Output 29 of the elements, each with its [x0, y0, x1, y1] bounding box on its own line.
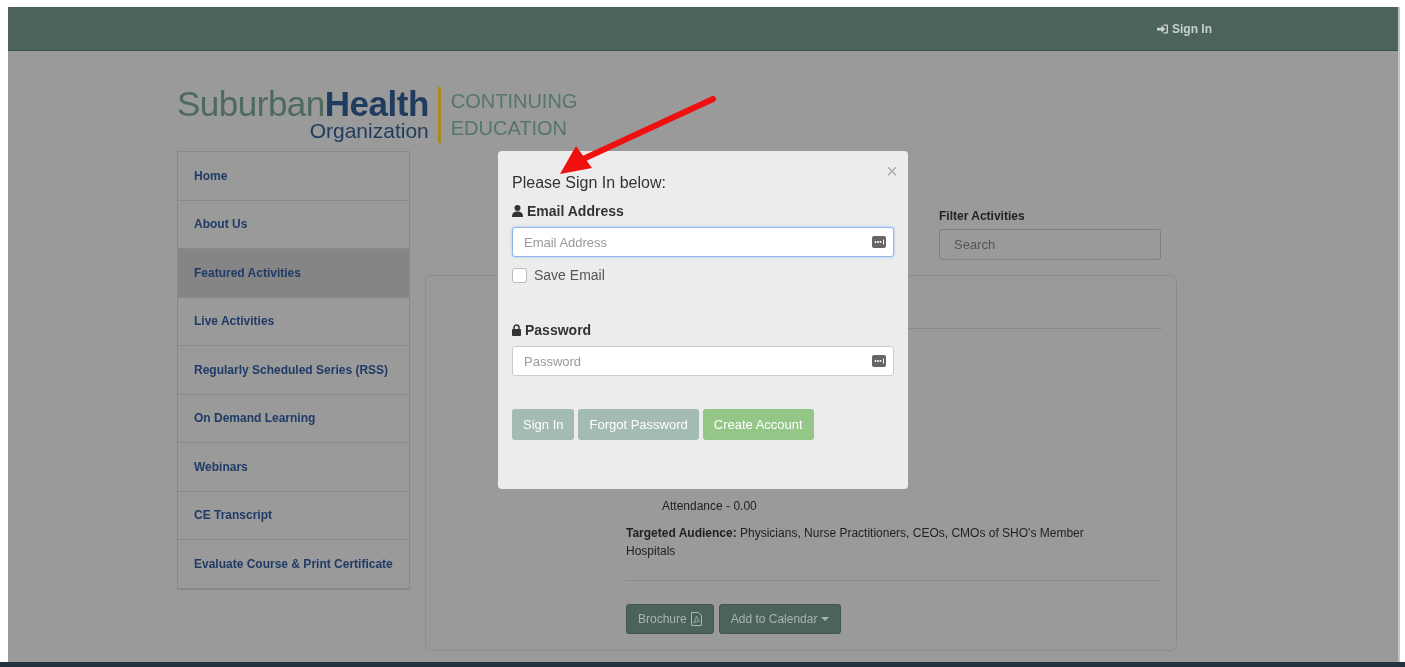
sign-in-button[interactable]: Sign In: [512, 409, 575, 440]
pdf-file-icon: [690, 612, 702, 626]
search-field[interactable]: Search: [939, 229, 1161, 260]
password-dots-icon: [872, 355, 886, 367]
field-label: Email Address: [512, 201, 894, 221]
password-dots-icon: [872, 236, 886, 248]
save-email-checkbox[interactable]: [512, 267, 527, 283]
field-label: Password: [512, 320, 894, 340]
sidebar-item[interactable]: Featured Activities: [178, 249, 409, 298]
email-field[interactable]: Email Address: [512, 227, 894, 257]
logo-tagline: CONTINUING: [450, 89, 578, 114]
logo-tagline: EDUCATION: [450, 116, 569, 141]
sign-in-icon: [1157, 23, 1168, 34]
caret-icon: [821, 617, 830, 621]
audience-text: Targeted Audience: Physicians, Nurse Practitioners, CEOs, CMOs of SHO's Member Hospitals: [626, 525, 1085, 560]
modal-title: Please Sign In below:: [512, 173, 667, 193]
user-icon: [512, 205, 523, 217]
filter-label: Filter Activities: [939, 209, 1026, 223]
password-field[interactable]: Password: [512, 346, 894, 376]
logo-divider: [437, 87, 441, 143]
lock-icon: [512, 324, 521, 336]
credit-text: Attendance - 0.00: [661, 498, 758, 515]
checkbox-label: Save Email: [534, 267, 605, 283]
forgot-password-button[interactable]: Forgot Password: [578, 409, 699, 440]
logo-subtitle: Organization: [309, 120, 429, 142]
brochure-button[interactable]: Brochure: [626, 604, 714, 634]
sign-in-link[interactable]: Sign In: [1157, 21, 1212, 36]
calendar-dropdown-button[interactable]: Add to Calendar: [718, 604, 842, 634]
logo-wordmark: SuburbanHealth: [177, 88, 429, 120]
